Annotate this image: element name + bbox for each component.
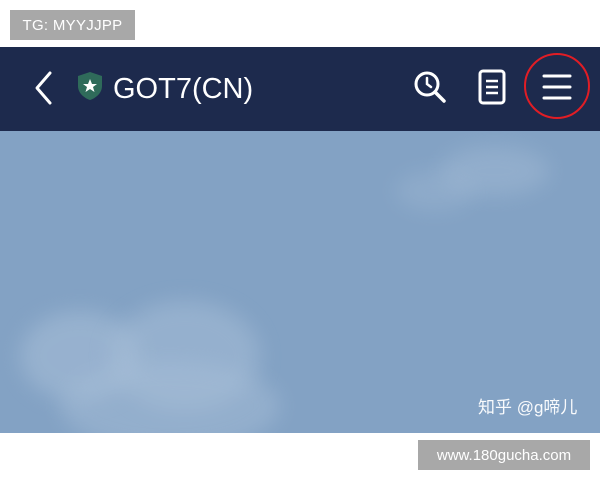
chat-header: GOT7(CN)	[0, 47, 600, 131]
search-button[interactable]	[410, 67, 450, 107]
chat-title: GOT7(CN)	[113, 73, 254, 105]
chat-background: 知乎 @g啼儿	[0, 131, 600, 433]
shield-star-icon	[77, 71, 103, 101]
notes-button[interactable]	[474, 67, 510, 107]
cloud-shape	[395, 171, 475, 211]
site-url-tag: www.180gucha.com	[418, 440, 590, 470]
notes-icon	[478, 69, 506, 105]
back-button[interactable]	[28, 67, 60, 109]
chat-screen: GOT7(CN) 知乎 @g啼儿	[0, 47, 600, 433]
search-icon	[414, 71, 446, 103]
back-arrow-icon	[35, 71, 52, 105]
red-highlight-circle	[524, 53, 590, 119]
zhihu-watermark: 知乎 @g啼儿	[478, 398, 578, 417]
tg-overlay-tag: TG: MYYJJPP	[10, 10, 135, 40]
